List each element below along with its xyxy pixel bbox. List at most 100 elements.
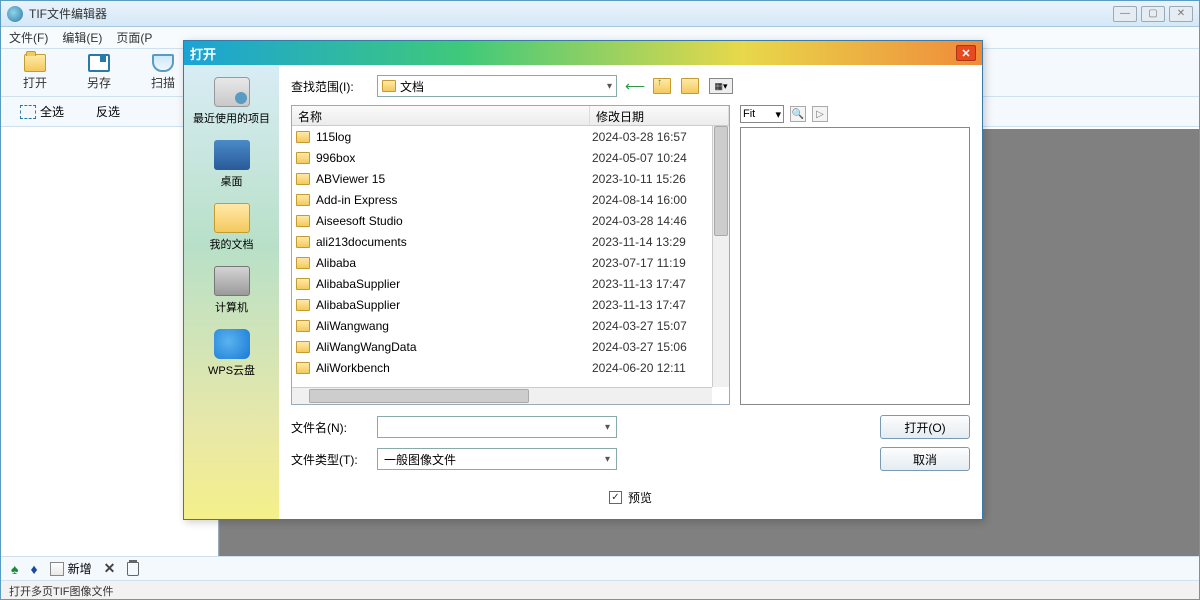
place-icon — [214, 77, 250, 107]
filetype-combo[interactable]: 一般图像文件▾ — [377, 448, 617, 470]
scanner-icon — [152, 54, 174, 72]
menu-page[interactable]: 页面(P — [116, 29, 152, 46]
folder-open-icon — [24, 54, 46, 72]
file-date: 2023-07-17 11:19 — [592, 256, 686, 270]
trash-button[interactable] — [127, 562, 139, 576]
zoom-tool-button[interactable]: 🔍 — [790, 106, 806, 122]
file-name: ali213documents — [316, 235, 592, 249]
delete-page-button[interactable]: ✕ — [104, 560, 116, 577]
scan-button[interactable]: 扫描 — [139, 51, 187, 95]
folder-icon — [296, 257, 310, 269]
up-one-level-button[interactable] — [653, 78, 671, 94]
file-row[interactable]: ali213documents2023-11-14 13:29 — [292, 231, 729, 252]
minimize-button[interactable]: — — [1113, 6, 1137, 22]
file-row[interactable]: ABViewer 152023-10-11 15:26 — [292, 168, 729, 189]
open-confirm-button[interactable]: 打开(O) — [880, 415, 970, 439]
dialog-title: 打开 — [190, 44, 216, 63]
place-label: 计算机 — [215, 299, 248, 315]
new-folder-button[interactable] — [681, 78, 699, 94]
preview-pane — [740, 127, 970, 405]
menu-file[interactable]: 文件(F) — [9, 29, 48, 46]
file-date: 2024-08-14 16:00 — [592, 193, 687, 207]
vertical-scrollbar[interactable] — [712, 126, 729, 387]
file-row[interactable]: AlibabaSupplier2023-11-13 17:47 — [292, 294, 729, 315]
file-date: 2023-11-13 17:47 — [592, 277, 686, 291]
file-name: AliWangWangData — [316, 340, 592, 354]
place-label: WPS云盘 — [208, 362, 255, 378]
file-name: 115log — [316, 130, 592, 144]
move-up-button[interactable]: ♠ — [11, 561, 18, 577]
play-button[interactable]: ▷ — [812, 106, 828, 122]
places-item[interactable]: 计算机 — [214, 266, 250, 315]
folder-icon — [296, 320, 310, 332]
file-row[interactable]: AliWorkbench2024-06-20 12:11 — [292, 357, 729, 378]
file-name: 996box — [316, 151, 592, 165]
file-row[interactable]: Alibaba2023-07-17 11:19 — [292, 252, 729, 273]
save-as-button[interactable]: 另存 — [75, 51, 123, 95]
file-name: AlibabaSupplier — [316, 277, 592, 291]
dialog-close-button[interactable]: ✕ — [956, 45, 976, 61]
folder-icon — [296, 173, 310, 185]
place-label: 桌面 — [221, 173, 243, 189]
places-sidebar: 最近使用的项目桌面我的文档计算机 WPS云盘 — [184, 65, 279, 519]
place-label: 最近使用的项目 — [193, 110, 270, 126]
zoom-combo[interactable]: Fit▾ — [740, 105, 784, 123]
close-button[interactable]: ✕ — [1169, 6, 1193, 22]
file-date: 2024-03-27 15:07 — [592, 319, 687, 333]
folder-icon — [296, 341, 310, 353]
file-date: 2023-11-14 13:29 — [592, 235, 686, 249]
move-down-button[interactable]: ♦ — [30, 561, 37, 577]
file-row[interactable]: AlibabaSupplier2023-11-13 17:47 — [292, 273, 729, 294]
places-item[interactable]: WPS云盘 — [208, 329, 255, 378]
look-in-combo[interactable]: 文档 ▾ — [377, 75, 617, 97]
file-name: AlibabaSupplier — [316, 298, 592, 312]
file-row[interactable]: AliWangwang2024-03-27 15:07 — [292, 315, 729, 336]
back-button[interactable]: ⟵ — [625, 78, 643, 94]
preview-checkbox-label: 预览 — [628, 489, 652, 506]
folder-icon — [382, 80, 396, 92]
folder-icon — [296, 215, 310, 227]
chevron-down-icon: ▾ — [605, 422, 610, 433]
file-date: 2023-10-11 15:26 — [592, 172, 686, 186]
look-in-label: 查找范围(I): — [291, 78, 369, 95]
menu-edit[interactable]: 编辑(E) — [62, 29, 102, 46]
view-menu-button[interactable]: ▦▾ — [709, 78, 733, 94]
chevron-down-icon: ▾ — [607, 81, 612, 92]
file-row[interactable]: 115log2024-03-28 16:57 — [292, 126, 729, 147]
select-all-button[interactable]: 全选 — [11, 100, 73, 123]
file-date: 2024-05-07 10:24 — [592, 151, 687, 165]
file-row[interactable]: AliWangWangData2024-03-27 15:06 — [292, 336, 729, 357]
filename-input[interactable]: ▾ — [377, 416, 617, 438]
file-row[interactable]: Aiseesoft Studio2024-03-28 14:46 — [292, 210, 729, 231]
status-text: 打开多页TIF图像文件 — [9, 586, 114, 598]
places-item[interactable]: 我的文档 — [210, 203, 254, 252]
invert-selection-button[interactable]: 反选 — [87, 100, 129, 123]
chevron-down-icon: ▾ — [775, 108, 781, 121]
column-name[interactable]: 名称 — [292, 106, 590, 125]
main-titlebar: TIF文件编辑器 — ▢ ✕ — [1, 1, 1199, 27]
page-toolbar: ♠ ♦ 新增 ✕ — [1, 556, 1199, 581]
new-page-button[interactable]: 新增 — [50, 560, 92, 577]
open-button[interactable]: 打开 — [11, 51, 59, 95]
file-row[interactable]: 996box2024-05-07 10:24 — [292, 147, 729, 168]
new-page-icon — [50, 562, 64, 576]
horizontal-scrollbar[interactable] — [292, 387, 712, 404]
maximize-button[interactable]: ▢ — [1141, 6, 1165, 22]
dialog-titlebar[interactable]: 打开 ✕ — [184, 41, 982, 65]
folder-icon — [296, 299, 310, 311]
place-icon — [214, 203, 250, 233]
places-item[interactable]: 桌面 — [214, 140, 250, 189]
filetype-label: 文件类型(T): — [291, 451, 369, 468]
file-row[interactable]: Add-in Express2024-08-14 16:00 — [292, 189, 729, 210]
column-date[interactable]: 修改日期 — [590, 106, 729, 125]
file-name: Aiseesoft Studio — [316, 214, 592, 228]
folder-icon — [296, 131, 310, 143]
file-list[interactable]: 名称 修改日期 115log2024-03-28 16:57996box2024… — [291, 105, 730, 405]
file-name: AliWangwang — [316, 319, 592, 333]
file-date: 2023-11-13 17:47 — [592, 298, 686, 312]
cancel-button[interactable]: 取消 — [880, 447, 970, 471]
file-list-header: 名称 修改日期 — [292, 106, 729, 126]
places-item[interactable]: 最近使用的项目 — [193, 77, 270, 126]
preview-checkbox[interactable]: ✓ — [609, 491, 622, 504]
select-all-icon — [20, 105, 36, 119]
